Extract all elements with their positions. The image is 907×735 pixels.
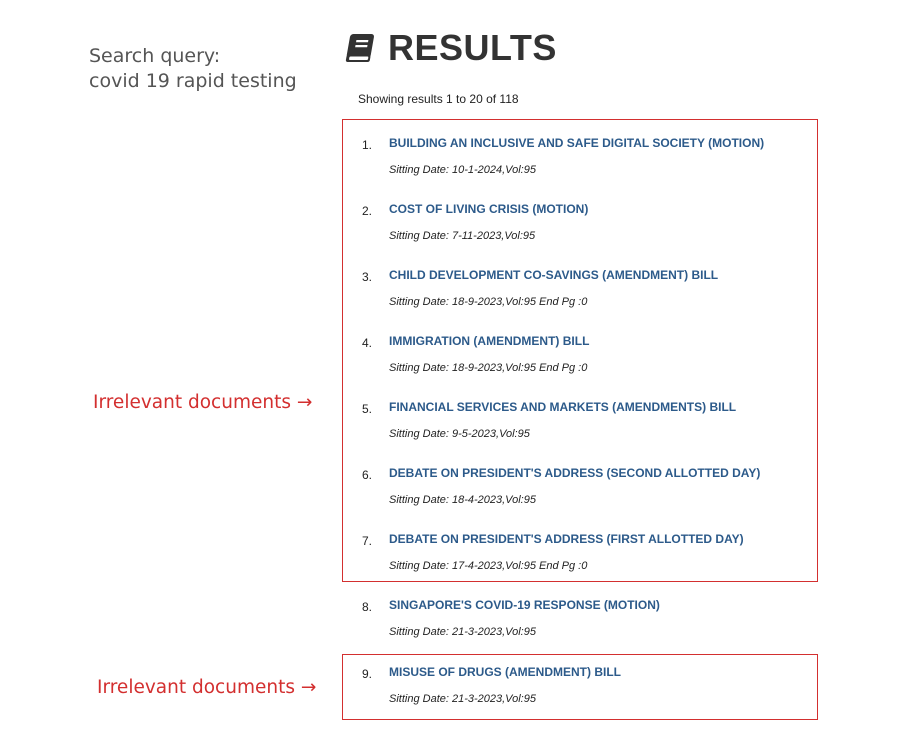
irrelevant-documents-annotation: Irrelevant documents → [93,392,313,413]
result-number: 8. [362,600,373,614]
result-title-link[interactable]: SINGAPORE'S COVID-19 RESPONSE (MOTION) [389,598,660,612]
search-query-text: covid 19 rapid testing [89,70,297,92]
irrelevant-documents-annotation: Irrelevant documents → [97,677,317,698]
results-header: RESULTS [343,26,557,70]
result-sitting-date: Sitting Date: 21-3-2023,Vol:95 [389,626,536,638]
results-title: RESULTS [388,27,557,68]
search-query-label: Search query: [89,45,221,67]
irrelevant-highlight-box [342,119,818,582]
book-icon [343,31,377,65]
irrelevant-highlight-box [342,654,818,720]
results-count: Showing results 1 to 20 of 118 [358,92,519,106]
